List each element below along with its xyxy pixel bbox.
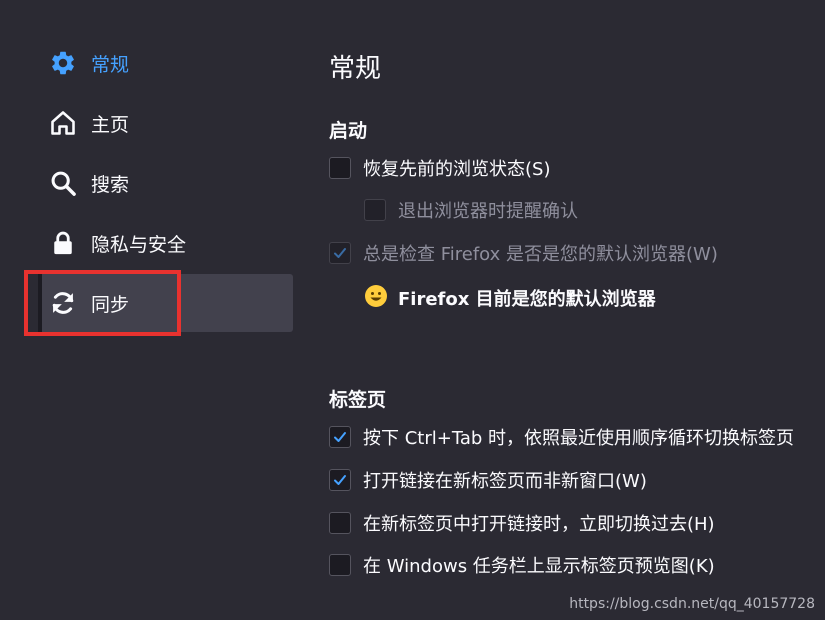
gear-icon	[48, 48, 78, 78]
check-default-label: 总是检查 Firefox 是否是您的默认浏览器(W)	[363, 244, 718, 265]
taskbar-previews-label: 在 Windows 任务栏上显示标签页预览图(K)	[363, 556, 715, 577]
checkmark-icon	[334, 248, 346, 258]
page-title: 常规	[329, 54, 382, 84]
search-icon	[48, 168, 78, 198]
tabs-heading: 标签页	[329, 389, 387, 411]
checkmark-icon	[334, 475, 346, 485]
default-browser-status-text: Firefox 目前是您的默认浏览器	[398, 289, 656, 310]
warn-on-quit-label: 退出浏览器时提醒确认	[398, 201, 578, 222]
restore-session-checkbox[interactable]	[329, 157, 351, 179]
check-default-option[interactable]: 总是检查 Firefox 是否是您的默认浏览器(W)	[329, 240, 718, 266]
sidebar-item-label: 隐私与安全	[91, 233, 187, 256]
ctrl-tab-checkbox[interactable]	[329, 426, 351, 448]
check-default-checkbox[interactable]	[329, 242, 351, 264]
sidebar-item-home[interactable]: 主页	[38, 94, 293, 152]
switch-to-new-tab-checkbox[interactable]	[329, 512, 351, 534]
lock-icon	[48, 228, 78, 258]
sidebar-item-privacy[interactable]: 隐私与安全	[38, 214, 293, 272]
switch-to-new-tab-option[interactable]: 在新标签页中打开链接时，立即切换过去(H)	[329, 510, 715, 536]
sidebar-item-label: 常规	[91, 53, 130, 76]
sidebar-item-search[interactable]: 搜索	[38, 154, 293, 212]
warn-on-quit-option[interactable]: 退出浏览器时提醒确认	[364, 197, 578, 223]
ctrl-tab-label: 按下 Ctrl+Tab 时，依照最近使用顺序循环切换标签页	[363, 428, 795, 449]
startup-heading: 启动	[329, 120, 368, 142]
restore-session-label: 恢复先前的浏览状态(S)	[363, 159, 551, 180]
checkmark-icon	[334, 432, 346, 442]
warn-on-quit-checkbox[interactable]	[364, 199, 386, 221]
default-browser-status: Firefox 目前是您的默认浏览器	[364, 284, 656, 312]
sidebar-item-label: 搜索	[91, 173, 130, 196]
sidebar: 常规 主页 搜索 隐私与安全 同步	[0, 0, 300, 620]
sidebar-item-label: 主页	[91, 113, 130, 136]
sync-icon	[48, 288, 78, 318]
sidebar-item-sync[interactable]: 同步	[38, 274, 293, 332]
taskbar-previews-checkbox[interactable]	[329, 554, 351, 576]
ctrl-tab-option[interactable]: 按下 Ctrl+Tab 时，依照最近使用顺序循环切换标签页	[329, 424, 794, 450]
restore-session-option[interactable]: 恢复先前的浏览状态(S)	[329, 155, 550, 181]
sidebar-item-label: 同步	[91, 293, 130, 316]
open-links-in-tabs-option[interactable]: 打开链接在新标签页而非新窗口(W)	[329, 467, 647, 493]
watermark: https://blog.csdn.net/qq_40157728	[569, 596, 815, 612]
home-icon	[48, 108, 78, 138]
switch-to-new-tab-label: 在新标签页中打开链接时，立即切换过去(H)	[363, 514, 715, 535]
open-links-in-tabs-label: 打开链接在新标签页而非新窗口(W)	[363, 471, 647, 492]
open-links-in-tabs-checkbox[interactable]	[329, 469, 351, 491]
smiley-icon	[364, 284, 388, 312]
taskbar-previews-option[interactable]: 在 Windows 任务栏上显示标签页预览图(K)	[329, 552, 715, 578]
sidebar-item-general[interactable]: 常规	[38, 34, 293, 92]
